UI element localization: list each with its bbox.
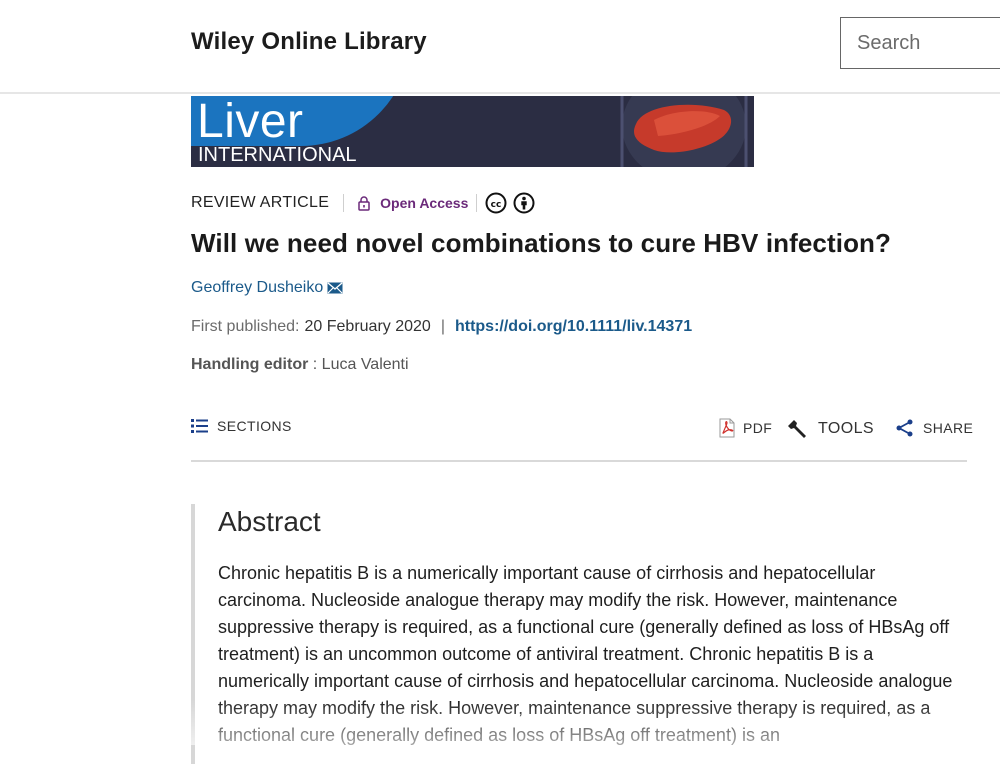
divider [343, 194, 345, 212]
open-access-label: Open Access [380, 195, 469, 211]
sections-label: SECTIONS [217, 418, 292, 434]
share-icon [896, 419, 913, 437]
attribution-icon [513, 192, 535, 214]
author-name[interactable]: Geoffrey Dusheiko [191, 279, 323, 297]
list-icon [191, 419, 208, 433]
doi-link[interactable]: https://doi.org/10.1111/liv.14371 [455, 318, 692, 336]
pdf-icon [719, 418, 735, 438]
handling-editor: Handling editor : Luca Valenti [191, 356, 409, 374]
editor-name: Luca Valenti [321, 356, 409, 373]
publication-info: First published: 20 February 2020 | http… [191, 318, 692, 336]
editor-colon: : [312, 356, 322, 373]
open-access-badge[interactable]: Open Access [358, 195, 468, 211]
share-button[interactable]: SHARE [895, 418, 973, 438]
tools-label: TOOLS [818, 420, 874, 437]
first-published-label: First published: [191, 318, 300, 335]
creative-commons-icon: cc [485, 192, 507, 214]
article-type: REVIEW ARTICLE [191, 194, 330, 211]
journal-name-line2: INTERNATIONAL [198, 144, 357, 166]
abstract-section: Abstract Chronic hepatitis B is a numeri… [191, 504, 967, 764]
svg-text:cc: cc [491, 200, 502, 210]
pdf-label: PDF [743, 420, 773, 436]
article-toolbar: SECTIONS PDF TOOLS SHARE [191, 414, 973, 462]
divider: | [440, 318, 445, 335]
tools-button[interactable]: TOOLS [788, 418, 874, 440]
site-logo[interactable]: Wiley Online Library [191, 28, 427, 56]
share-label: SHARE [923, 420, 974, 436]
divider [476, 194, 478, 212]
search-input[interactable] [840, 17, 1000, 69]
wrench-icon [788, 420, 806, 438]
email-icon[interactable] [327, 282, 343, 294]
abstract-text: Chronic hepatitis B is a numerically imp… [218, 563, 953, 745]
first-published-date: 20 February 2020 [304, 318, 431, 335]
abstract-heading: Abstract [218, 506, 321, 537]
site-header: Wiley Online Library [0, 0, 1000, 94]
lock-icon [358, 195, 370, 211]
sections-button[interactable]: SECTIONS [191, 418, 292, 434]
pdf-button[interactable]: PDF [719, 418, 772, 438]
liver-illustration [614, 96, 754, 167]
article-meta: REVIEW ARTICLE Open Access cc [191, 190, 535, 216]
journal-banner[interactable]: Liver INTERNATIONAL [191, 96, 754, 167]
author-link[interactable]: Geoffrey Dusheiko [191, 279, 343, 297]
journal-name-line1: Liver [197, 96, 304, 148]
editor-label: Handling editor [191, 356, 309, 373]
license-icons[interactable]: cc [485, 192, 535, 214]
article-title: Will we need novel combinations to cure … [191, 228, 892, 258]
